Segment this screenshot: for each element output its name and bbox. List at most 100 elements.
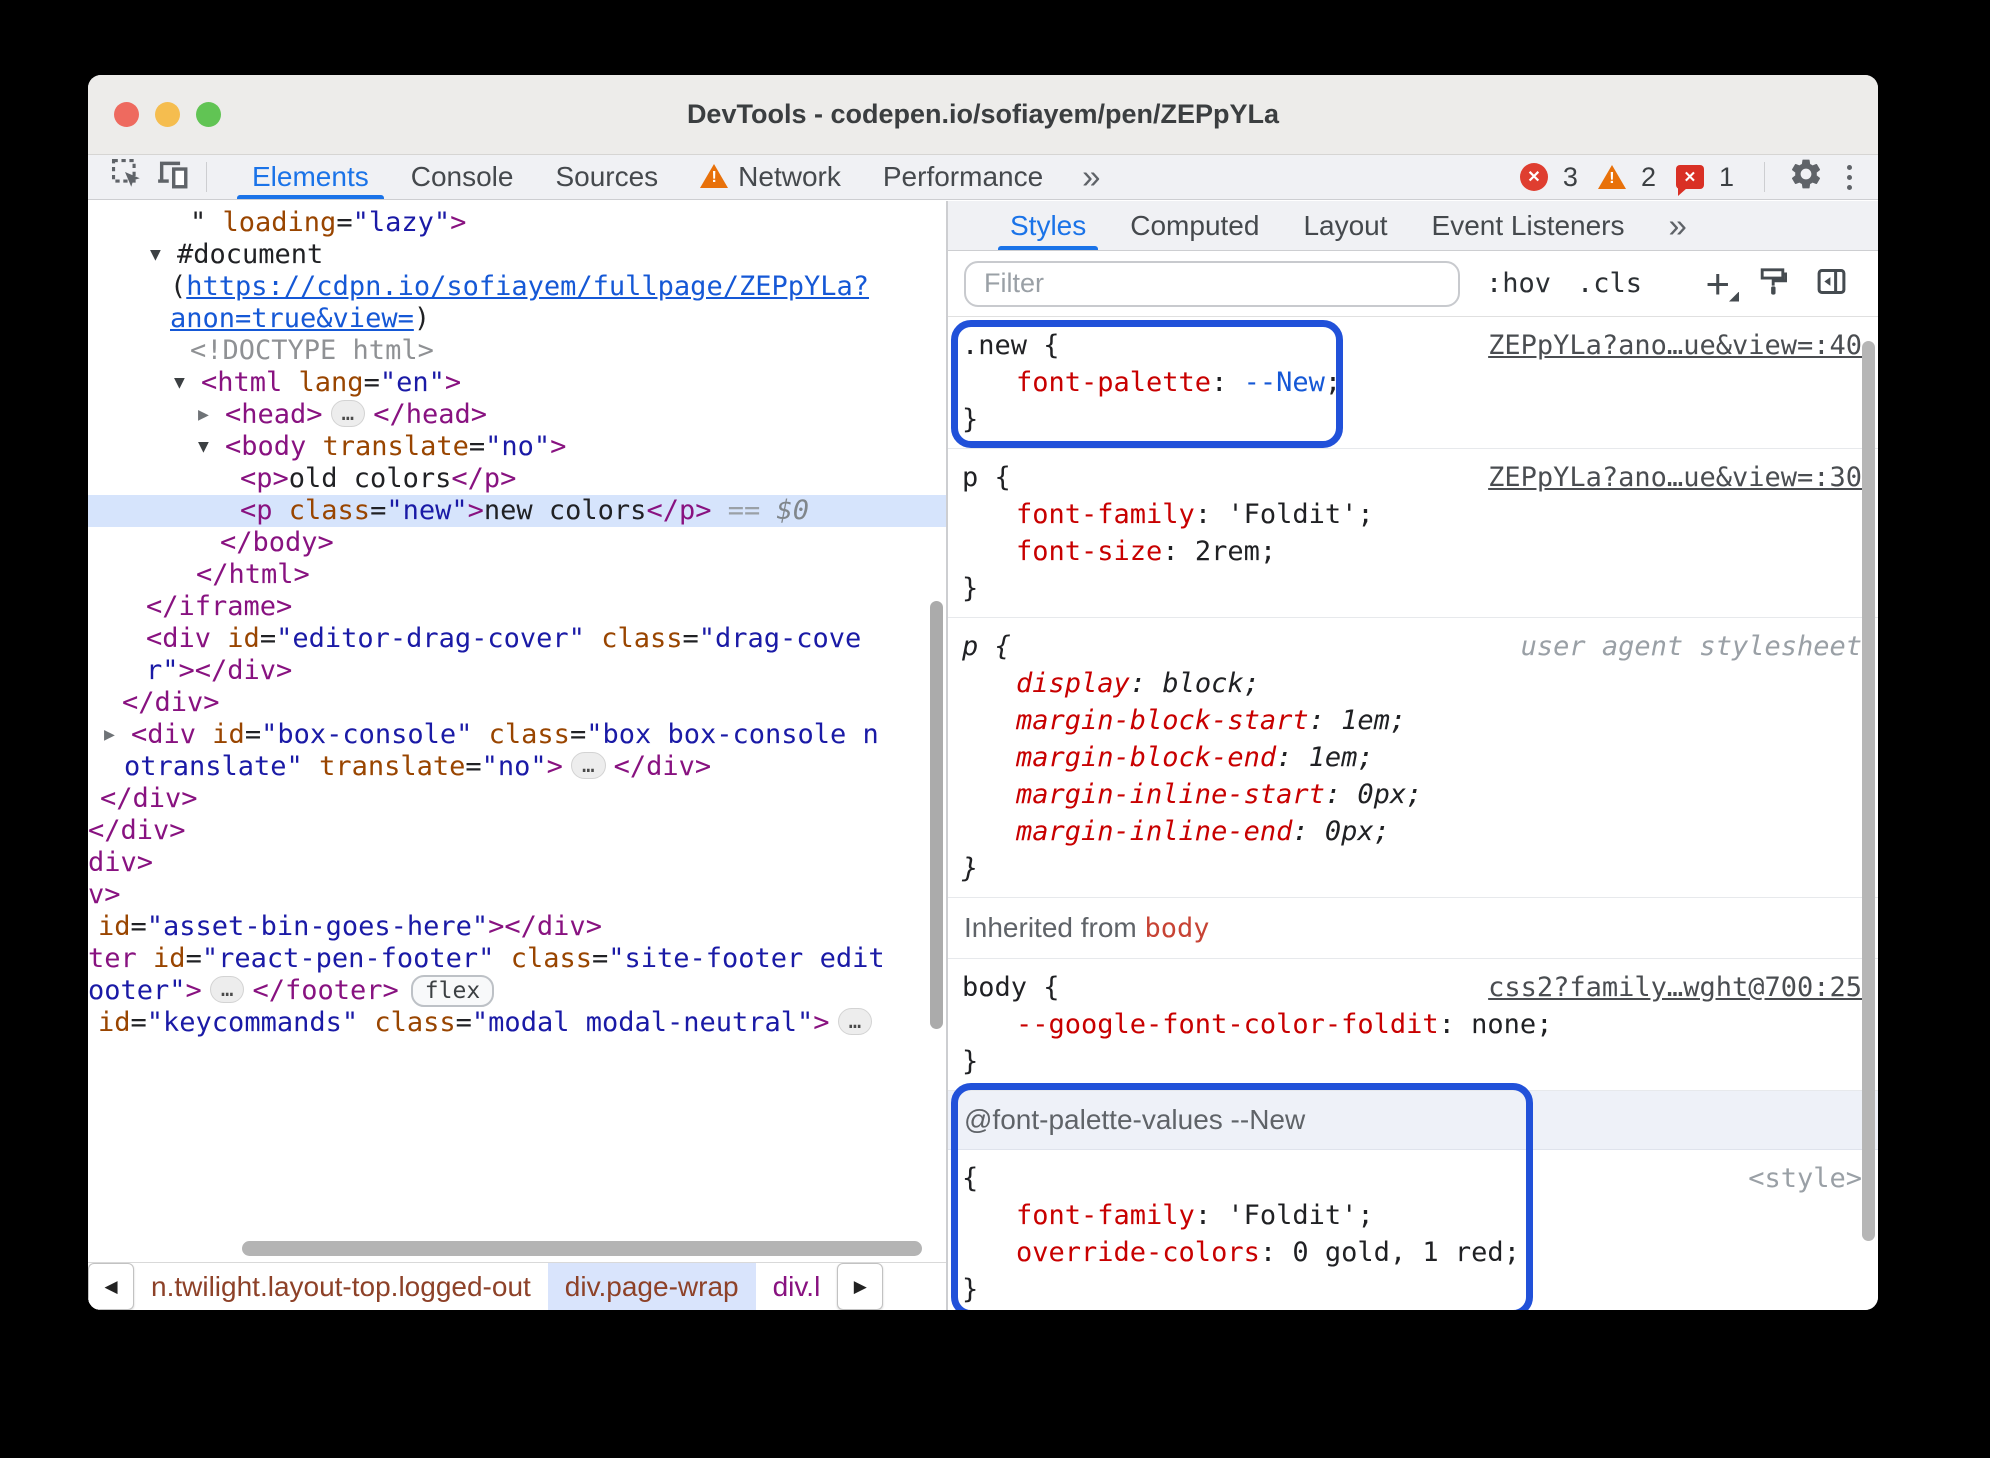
- css-property-name[interactable]: margin-block-end: [1016, 742, 1276, 773]
- stylesheet-source-link[interactable]: css2?family…wght@700:25: [1488, 969, 1862, 1006]
- tree-collapsed-arrow-icon[interactable]: ▶: [198, 399, 225, 431]
- css-property-name[interactable]: font-palette: [1016, 367, 1211, 398]
- css-property-value[interactable]: 0px: [1357, 779, 1406, 810]
- dom-tree-row[interactable]: ▶ <div id="box-console" class="box box-co…: [88, 719, 946, 751]
- dom-tree-row[interactable]: otranslate" translate="no"> … </div>: [88, 751, 946, 783]
- stylesheet-source-link[interactable]: ZEPpYLa?ano…ue&view=:40: [1488, 327, 1862, 364]
- dom-vertical-scrollbar[interactable]: [930, 601, 943, 1029]
- dom-tree-row[interactable]: anon=true&view=): [88, 303, 946, 335]
- styles-filter-input[interactable]: [964, 260, 1460, 307]
- css-property-value[interactable]: 2rem: [1195, 536, 1260, 567]
- css-property[interactable]: margin-block-end: 1em;: [962, 739, 1862, 776]
- breadcrumb-scroll-right-button[interactable]: ▶: [837, 1263, 884, 1310]
- css-property-value[interactable]: 0 gold, 1 red: [1292, 1237, 1503, 1268]
- css-property-name[interactable]: display: [1016, 668, 1130, 699]
- document-url-link[interactable]: anon=true&view=: [170, 303, 414, 334]
- css-property[interactable]: margin-block-start: 1em;: [962, 702, 1862, 739]
- dom-horizontal-scrollbar[interactable]: [242, 1241, 922, 1256]
- css-property[interactable]: display: block;: [962, 665, 1862, 702]
- inherited-node-link[interactable]: body: [1145, 913, 1210, 944]
- tree-expand-arrow-icon[interactable]: ▼: [150, 239, 177, 271]
- css-property-name[interactable]: font-family: [1016, 499, 1195, 530]
- dom-tree-row[interactable]: </div>: [88, 687, 946, 719]
- more-options-button[interactable]: [1837, 164, 1862, 190]
- css-property-value[interactable]: none: [1471, 1009, 1536, 1040]
- styles-vertical-scrollbar[interactable]: [1862, 341, 1875, 1241]
- stylesheet-source-link[interactable]: ZEPpYLa?ano…ue&view=:30: [1488, 459, 1862, 496]
- zoom-window-button[interactable]: [196, 102, 221, 127]
- dom-tree-row[interactable]: r"></div>: [88, 655, 946, 687]
- ellipsis-expand-button[interactable]: …: [209, 976, 245, 1003]
- dom-tree-row[interactable]: id="asset-bin-goes-here"></div>: [88, 911, 946, 943]
- breadcrumb-item[interactable]: div.l: [756, 1263, 838, 1310]
- css-selector[interactable]: {: [962, 1160, 978, 1197]
- css-property-name[interactable]: --google-font-color-foldit: [1016, 1009, 1439, 1040]
- breadcrumb-item[interactable]: div.page-wrap: [547, 1263, 756, 1310]
- tab-elements[interactable]: Elements: [231, 155, 390, 199]
- breadcrumb-scroll-left-button[interactable]: ◀: [88, 1263, 134, 1310]
- rendering-emulation-button[interactable]: [1756, 265, 1789, 303]
- toggle-device-toolbar-button[interactable]: [150, 155, 196, 199]
- css-property-value[interactable]: 'Foldit': [1227, 499, 1357, 530]
- css-property-name[interactable]: override-colors: [1016, 1237, 1260, 1268]
- dom-tree-row[interactable]: ▼ <html lang="en">: [88, 367, 946, 399]
- css-property-value[interactable]: 1em: [1341, 705, 1390, 736]
- element-class-toggle[interactable]: .cls: [1577, 268, 1642, 299]
- css-selector[interactable]: .new {: [962, 327, 1060, 364]
- minimize-window-button[interactable]: [155, 102, 180, 127]
- dom-tree-row[interactable]: ter id="react-pen-footer" class="site-fo…: [88, 943, 946, 975]
- css-property-value[interactable]: --New: [1244, 367, 1325, 398]
- css-selector[interactable]: p {: [962, 628, 1011, 665]
- more-tabs-button[interactable]: »: [1064, 158, 1118, 196]
- dom-tree-row[interactable]: <div id="editor-drag-cover" class="drag-…: [88, 623, 946, 655]
- css-property-name[interactable]: margin-inline-end: [1016, 816, 1292, 847]
- css-property-value[interactable]: 1em: [1309, 742, 1358, 773]
- collapse-sidebar-button[interactable]: [1815, 265, 1848, 303]
- dom-tree-row[interactable]: " loading="lazy">: [88, 207, 946, 239]
- tab-network[interactable]: Network: [679, 155, 862, 199]
- dom-tree-row[interactable]: </iframe>: [88, 591, 946, 623]
- css-property[interactable]: font-family: 'Foldit';: [962, 496, 1862, 533]
- dom-tree-row[interactable]: ▼ <body translate="no">: [88, 431, 946, 463]
- tab-event-listeners[interactable]: Event Listeners: [1410, 201, 1647, 250]
- tab-computed[interactable]: Computed: [1108, 201, 1281, 250]
- dom-tree-row[interactable]: ooter"> … </footer> flex: [88, 975, 946, 1007]
- tree-collapsed-arrow-icon[interactable]: ▶: [104, 719, 131, 751]
- css-property-value[interactable]: 'Foldit': [1227, 1200, 1357, 1231]
- css-property[interactable]: font-palette: --New;: [962, 364, 1862, 401]
- css-property[interactable]: --google-font-color-foldit: none;: [962, 1006, 1862, 1043]
- issues-icon[interactable]: ✕: [1675, 165, 1704, 196]
- css-property-value[interactable]: block: [1162, 668, 1243, 699]
- dom-tree-row[interactable]: </html>: [88, 559, 946, 591]
- error-count[interactable]: 3: [1563, 162, 1578, 193]
- dom-tree-row[interactable]: <p>old colors</p>: [88, 463, 946, 495]
- warning-icon[interactable]: [1597, 165, 1626, 189]
- ellipsis-expand-button[interactable]: …: [570, 752, 606, 779]
- ellipsis-expand-button[interactable]: …: [837, 1008, 873, 1035]
- dom-tree-row-selected[interactable]: <p class="new">new colors</p> == $0: [88, 495, 946, 527]
- tab-styles[interactable]: Styles: [988, 201, 1108, 250]
- pseudo-state-toggle[interactable]: :hov: [1486, 268, 1551, 299]
- css-property[interactable]: font-size: 2rem;: [962, 533, 1862, 570]
- settings-button[interactable]: [1783, 156, 1829, 199]
- new-style-rule-button[interactable]: +: [1705, 262, 1739, 304]
- close-window-button[interactable]: [114, 102, 139, 127]
- dom-tree-row[interactable]: v>: [88, 879, 946, 911]
- dom-tree-row[interactable]: <!DOCTYPE html>: [88, 335, 946, 367]
- css-property-value[interactable]: 0px: [1325, 816, 1374, 847]
- css-selector[interactable]: body {: [962, 969, 1060, 1006]
- tab-performance[interactable]: Performance: [862, 155, 1064, 199]
- dom-tree-row[interactable]: </body>: [88, 527, 946, 559]
- tree-expand-arrow-icon[interactable]: ▼: [198, 431, 225, 463]
- dom-tree-row[interactable]: </div>: [88, 815, 946, 847]
- dom-tree-row[interactable]: ▶ <head> … </head>: [88, 399, 946, 431]
- tab-console[interactable]: Console: [390, 155, 535, 199]
- css-property[interactable]: font-family: 'Foldit';: [962, 1197, 1862, 1234]
- document-url-link[interactable]: https://cdpn.io/sofiayem/fullpage/ZEPpYL…: [186, 271, 869, 302]
- dom-tree-row[interactable]: div>: [88, 847, 946, 879]
- css-selector[interactable]: p {: [962, 459, 1011, 496]
- css-property[interactable]: margin-inline-end: 0px;: [962, 813, 1862, 850]
- css-property[interactable]: margin-inline-start: 0px;: [962, 776, 1862, 813]
- warning-count[interactable]: 2: [1641, 162, 1656, 193]
- css-property-name[interactable]: font-family: [1016, 1200, 1195, 1231]
